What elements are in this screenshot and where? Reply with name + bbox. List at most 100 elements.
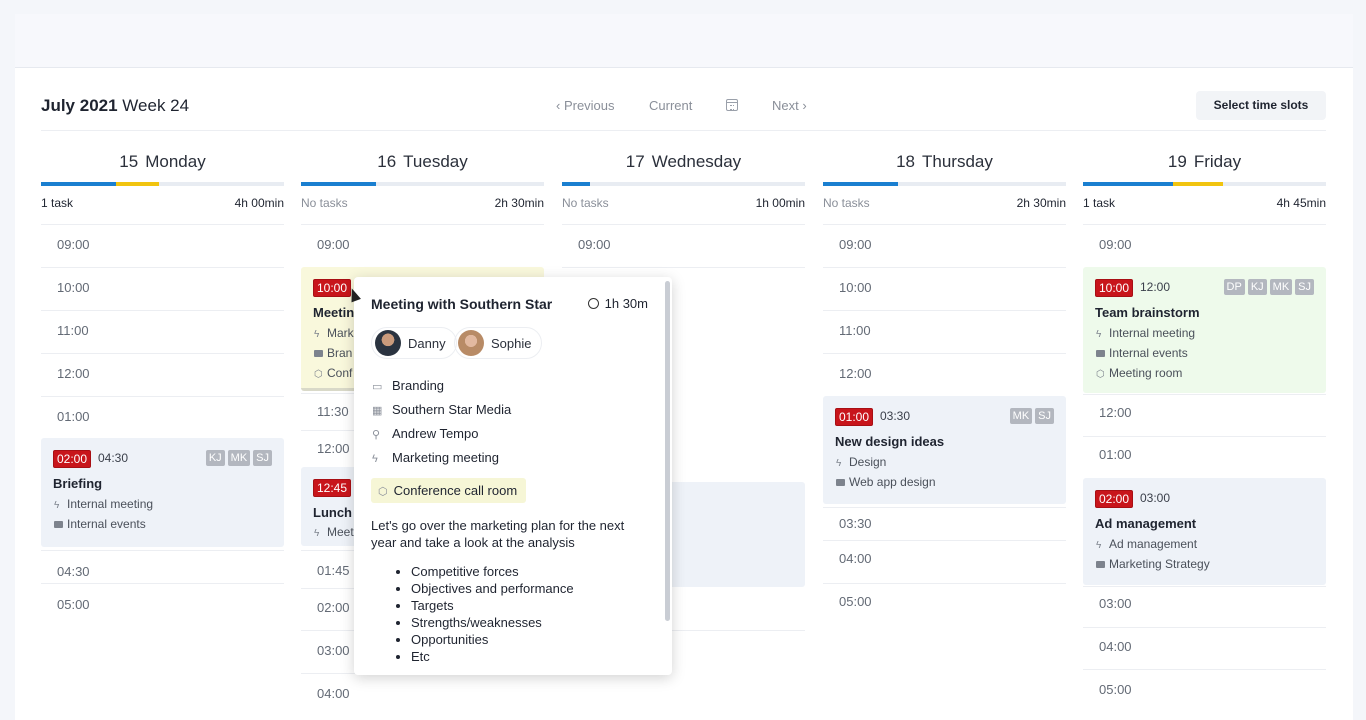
week-title: July 2021 Week 24 — [41, 96, 190, 115]
event-project: Marketing Strategy — [1096, 557, 1210, 571]
attendee-badge: MK — [227, 450, 251, 466]
person-chip-danny[interactable]: Danny — [371, 327, 457, 359]
time-slot[interactable]: 12:00 — [41, 353, 284, 381]
time-slot[interactable]: 05:00 — [1083, 669, 1326, 697]
event-project: Internal events — [54, 517, 146, 531]
time-slot[interactable]: 04:00 — [1083, 627, 1326, 654]
time-slot[interactable]: 04:30 — [41, 550, 284, 579]
next-button[interactable]: Next › — [772, 98, 807, 113]
time-slot[interactable]: 05:00 — [41, 583, 284, 612]
event-start-time: 02:00 — [53, 450, 92, 468]
stopwatch-icon — [587, 298, 599, 309]
bolt-icon: ϟ — [1096, 329, 1102, 340]
workload-bar — [562, 182, 805, 186]
time-slot[interactable]: 03:00 — [1083, 586, 1326, 611]
cube-icon: ⬡ — [1096, 369, 1105, 380]
event-card-briefing[interactable]: 02:00 04:30 KJ MK SJ Briefing ϟ Internal … — [41, 438, 284, 547]
popup-company: ▦ Southern Star Media — [372, 402, 512, 417]
attendee-badge: SJ — [253, 450, 272, 466]
bolt-icon: ϟ — [836, 458, 842, 469]
day-duration: 4h 45min — [1276, 196, 1326, 210]
event-project: Bran — [314, 346, 352, 360]
day-column-friday: 19 Friday 1 task 4h 45min 09:00 10:00 12:… — [1083, 130, 1326, 720]
person-chip-sophie[interactable]: Sophie — [454, 327, 543, 359]
time-slot[interactable]: 03:30 — [823, 507, 1066, 531]
time-slot[interactable]: 05:00 — [823, 583, 1066, 609]
time-slot[interactable]: 09:00 — [301, 224, 544, 252]
day-duration: 2h 30min — [1016, 196, 1066, 210]
time-slot[interactable]: 10:00 — [41, 267, 284, 295]
event-card-team-brainstorm[interactable]: 10:00 12:00 DP KJ MK SJ Team brainstorm … — [1083, 267, 1326, 393]
bolt-icon: ϟ — [372, 453, 378, 465]
day-header: 16 Tuesday — [377, 152, 468, 171]
event-title: Ad management — [1095, 516, 1197, 531]
folder-icon — [314, 350, 323, 357]
task-count: 1 task — [1083, 196, 1116, 210]
event-type: ϟ Internal meeting — [54, 497, 154, 511]
workload-bar — [41, 182, 284, 186]
event-detail-popup[interactable]: Meeting with Southern Star 1h 30m Danny … — [354, 277, 672, 675]
event-type: ϟ Internal meeting — [1096, 326, 1196, 340]
attendee-badges: MK SJ — [1009, 408, 1054, 424]
popup-description: Let's go over the marketing plan for the… — [371, 518, 625, 550]
select-time-slots-button[interactable]: Select time slots — [1196, 91, 1326, 120]
time-slot[interactable]: 12:00 — [1083, 394, 1326, 420]
time-slot[interactable]: 12:00 — [823, 353, 1066, 381]
attendee-badge: MK — [1009, 408, 1033, 424]
avatar — [458, 330, 484, 356]
event-end-time: 03:00 — [1140, 491, 1171, 505]
attendee-badge: MK — [1269, 279, 1293, 295]
event-end-time: 12:00 — [1140, 280, 1171, 294]
popup-owner: ⚲ Andrew Tempo — [372, 426, 479, 441]
task-count: 1 task — [41, 196, 74, 210]
day-header: 15 Monday — [119, 152, 206, 171]
event-type: ϟ Mark — [314, 326, 354, 340]
time-slot[interactable]: 09:00 — [1083, 224, 1326, 252]
event-title: Team brainstorm — [1095, 305, 1200, 320]
folder-icon — [836, 479, 845, 486]
day-header: 17 Wednesday — [625, 152, 742, 171]
time-slot[interactable]: 10:00 — [823, 267, 1066, 295]
time-slot[interactable]: 11:00 — [823, 310, 1066, 338]
popup-room: ⬡ Conference call room — [371, 478, 527, 503]
previous-button[interactable]: ‹ Previous — [556, 98, 615, 113]
time-slot[interactable] — [562, 267, 805, 268]
time-slot[interactable]: 11:00 — [41, 310, 284, 338]
day-duration: 2h 30min — [494, 196, 544, 210]
attendee-badge: SJ — [1035, 408, 1054, 424]
time-slot[interactable]: 01:00 — [41, 396, 284, 424]
day-header: 19 Friday — [1167, 152, 1242, 171]
event-card-ad-management[interactable]: 02:00 03:00 Ad management ϟ Ad management… — [1083, 478, 1326, 585]
briefcase-icon: ▭ — [372, 381, 383, 393]
event-card-new-design-ideas[interactable]: 01:00 03:30 MK SJ New design ideas ϟ Desi… — [823, 396, 1066, 504]
popup-title: Meeting with Southern Star — [371, 296, 553, 312]
popup-duration: 1h 30m — [587, 296, 648, 311]
time-slot[interactable]: 09:00 — [562, 224, 805, 252]
calendar-icon[interactable] — [726, 99, 738, 111]
user-icon: ⚲ — [372, 429, 381, 441]
building-icon: ▦ — [372, 405, 383, 417]
attendee-badge: DP — [1223, 279, 1245, 295]
time-slot[interactable]: 01:00 — [1083, 436, 1326, 462]
day-column-thursday: 18 Thursday No tasks 2h 30min 09:00 10:00… — [823, 130, 1066, 720]
workload-bar — [1083, 182, 1326, 186]
attendee-badge: SJ — [1295, 279, 1314, 295]
workload-bar — [301, 182, 544, 186]
list-item: Targets — [411, 597, 574, 614]
avatar — [375, 330, 401, 356]
day-column-monday: 15 Monday 1 task 4h 00min 09:00 10:00 11:… — [41, 130, 284, 720]
time-slot[interactable]: 09:00 — [41, 224, 284, 252]
time-slot[interactable]: 09:00 — [823, 224, 1066, 252]
event-room: ⬡ Conf — [314, 366, 353, 380]
event-end-time: 03:30 — [880, 409, 911, 423]
popup-project: ▭ Branding — [372, 378, 445, 393]
time-slot[interactable]: 04:00 — [823, 540, 1066, 566]
popup-scrollbar[interactable] — [665, 281, 670, 621]
folder-icon — [54, 521, 63, 528]
bolt-icon: ϟ — [314, 528, 320, 539]
task-count: No tasks — [301, 196, 348, 210]
attendee-badges: DP KJ MK SJ — [1223, 279, 1314, 295]
list-item: Competitive forces — [411, 563, 574, 580]
current-button[interactable]: Current — [649, 98, 692, 113]
bolt-icon: ϟ — [54, 500, 60, 511]
